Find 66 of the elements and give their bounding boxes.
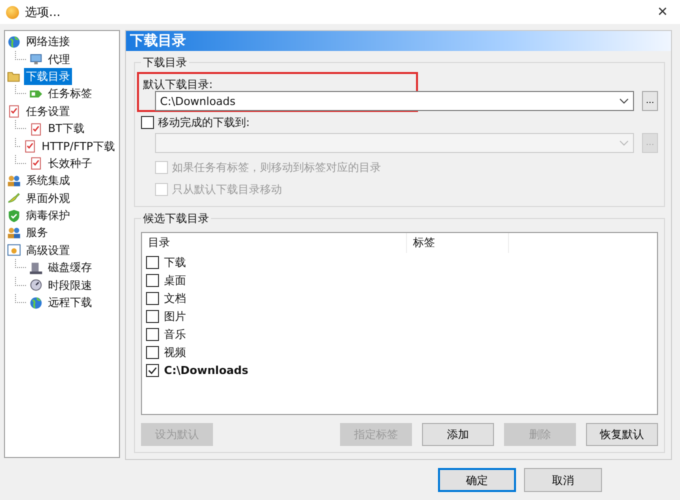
- dialog-button[interactable]: 取消: [524, 468, 602, 492]
- clipboard-icon: [7, 104, 21, 118]
- people-icon: [7, 174, 21, 188]
- tree-item[interactable]: 服务: [24, 224, 50, 242]
- tree-item[interactable]: 长效种子: [46, 154, 94, 172]
- checkbox[interactable]: [146, 328, 159, 340]
- caret-icon: [619, 140, 629, 146]
- tree-item[interactable]: 代理: [46, 50, 72, 68]
- column-header[interactable]: 标签: [407, 233, 509, 253]
- globe-icon: [7, 34, 21, 49]
- caret-icon: [619, 98, 629, 104]
- clipboard-icon: [29, 156, 43, 170]
- clipboard-icon: [29, 122, 43, 136]
- tree-item[interactable]: 磁盘缓存: [46, 259, 94, 276]
- tree-item[interactable]: 下载目录: [24, 68, 72, 85]
- shield-icon: [7, 208, 21, 223]
- dialog-button[interactable]: 确定: [438, 468, 516, 492]
- tree-item[interactable]: 时段限速: [46, 276, 94, 294]
- group-title: 候选下载目录: [142, 211, 210, 226]
- tree-item[interactable]: 高级设置: [24, 242, 72, 259]
- checkbox[interactable]: [141, 116, 154, 129]
- people-icon: [7, 226, 21, 240]
- list-item[interactable]: 文档: [164, 290, 186, 306]
- action-button[interactable]: 添加: [422, 423, 494, 446]
- window-title: 选项...: [25, 4, 62, 20]
- panel-header: 下载目录: [126, 31, 671, 51]
- checkbox[interactable]: [146, 364, 159, 376]
- checkbox-label: 移动完成的下载到:: [158, 115, 250, 130]
- tree-item[interactable]: BT下载: [46, 120, 86, 138]
- gauge-icon: [29, 278, 43, 292]
- list-item[interactable]: 音乐: [164, 326, 186, 342]
- checkbox[interactable]: [146, 310, 159, 322]
- list-item[interactable]: 桌面: [164, 272, 186, 288]
- tree-item[interactable]: 任务设置: [24, 102, 72, 120]
- tree-item[interactable]: 界面外观: [24, 190, 72, 207]
- tree-item[interactable]: 网络连接: [24, 33, 72, 50]
- monitor-icon: [29, 52, 43, 66]
- checkbox[interactable]: [146, 292, 159, 304]
- tree-item[interactable]: 任务标签: [46, 85, 94, 102]
- group-title: 下载目录: [142, 55, 188, 70]
- close-button[interactable]: ✕: [651, 4, 674, 20]
- list-item[interactable]: 下载: [164, 254, 186, 270]
- computer-icon: [29, 260, 43, 275]
- browse-button[interactable]: ...: [642, 91, 658, 111]
- list-item[interactable]: 视频: [164, 344, 186, 360]
- checkbox-label: 如果任务有标签，则移动到标签对应的目录: [172, 160, 381, 174]
- checkbox[interactable]: [146, 346, 159, 358]
- list-item[interactable]: C:\Downloads: [164, 364, 248, 376]
- tree-item[interactable]: 远程下载: [46, 294, 94, 312]
- brush-icon: [7, 191, 21, 206]
- column-header[interactable]: 目录: [142, 233, 407, 253]
- checkbox-label: 只从默认下载目录移动: [172, 182, 282, 196]
- app-icon: [6, 6, 19, 18]
- clipboard-icon: [22, 139, 37, 154]
- checkbox[interactable]: [146, 256, 159, 268]
- field-label: 默认下载目录:: [143, 77, 214, 92]
- tree-item[interactable]: 病毒保护: [24, 207, 72, 224]
- folder-icon: [7, 69, 21, 84]
- action-button[interactable]: 恢复默认: [586, 423, 658, 446]
- tree-item[interactable]: 系统集成: [24, 172, 72, 190]
- checkbox[interactable]: [146, 274, 159, 286]
- list-item[interactable]: 图片: [164, 308, 186, 324]
- window-icon: [7, 243, 21, 258]
- folder-dropdown[interactable]: C:\Downloads: [155, 91, 634, 111]
- tree-item[interactable]: HTTP/FTP下载: [40, 138, 117, 155]
- globe-icon: [29, 296, 43, 310]
